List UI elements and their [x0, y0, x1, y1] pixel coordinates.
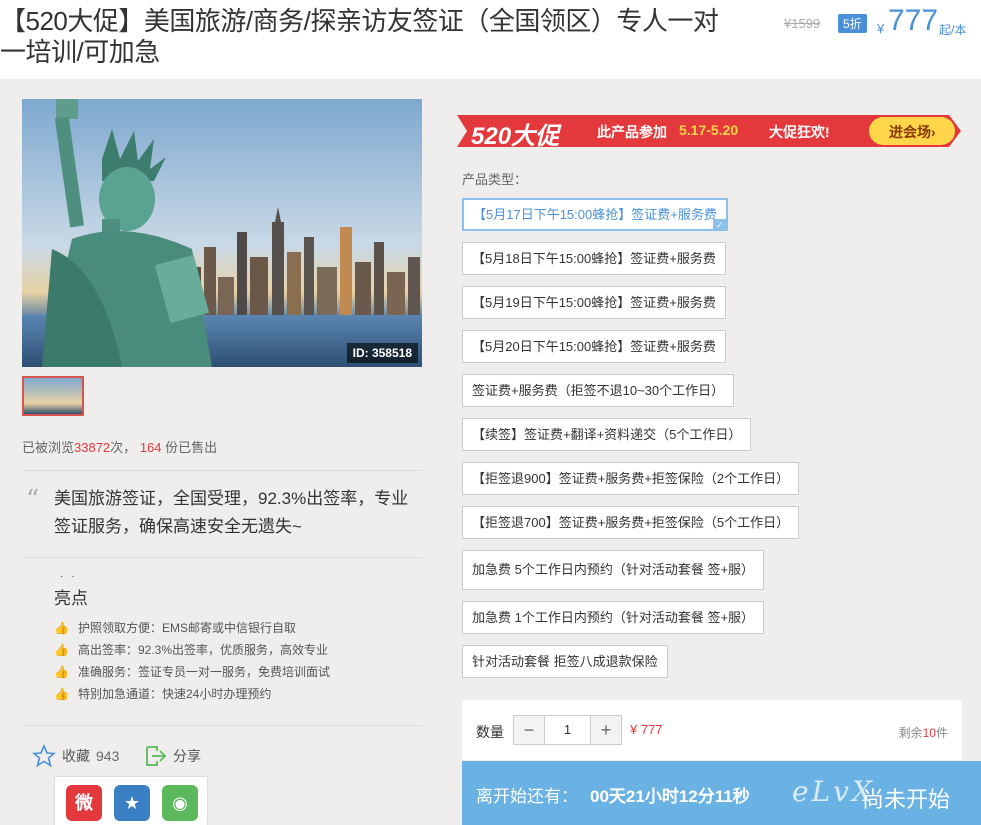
view-stats: 已被浏览33872次， 164 份已售出: [22, 437, 217, 456]
stock-count: 10: [922, 726, 936, 740]
highlight-text: 高出签率：92.3%出签率，优质服务，高效专业: [78, 643, 329, 657]
highlights-title: 亮点: [54, 589, 88, 608]
share-icon: [146, 746, 167, 766]
product-summary: 美国旅游签证，全国受理，92.3%出签率，专业签证服务，确保高速安全无遗失~: [54, 489, 409, 536]
promo-text-2: 大促狂欢!: [769, 124, 830, 140]
stock-suffix: 件: [935, 726, 948, 740]
option-2[interactable]: 【5月18日下午15:00蜂抢】签证费+服务费: [462, 242, 726, 275]
price-box: ¥1599 5折 ¥ 777 起/本: [781, 4, 981, 42]
original-price: ¥1599: [784, 16, 821, 31]
sold-suffix: 份已售出: [165, 440, 218, 455]
countdown-bar: 离开始还有： 00天21小时12分11秒 eLvX 尚未开始: [462, 761, 981, 825]
list-item: 👍 特别加急通道：快速24小时办理预约: [54, 683, 330, 705]
decrement-button[interactable]: −: [514, 716, 544, 744]
sold-count: 164: [139, 440, 162, 455]
promo-badge: 520大促: [471, 123, 560, 150]
favorite-label: 收藏: [62, 748, 90, 764]
current-price: 777: [888, 4, 939, 37]
product-type-label: 产品类型：: [462, 172, 528, 187]
option-10[interactable]: 加急费 1个工作日内预约（针对活动套餐 签+服）: [462, 601, 765, 634]
list-item: 👍 高出签率：92.3%出签率，优质服务，高效专业: [54, 639, 330, 661]
image-thumbnail[interactable]: [22, 376, 84, 416]
option-9[interactable]: 加急费 5个工作日内预约（针对活动套餐 签+服）: [462, 550, 765, 590]
divider: [22, 470, 422, 471]
view-count: 33872: [74, 440, 111, 455]
option-8[interactable]: 【拒签退700】签证费+服务费+拒签保险（5个工作日）: [462, 506, 800, 539]
option-1[interactable]: 【5月17日下午15:00蜂抢】签证费+服务费: [462, 198, 728, 231]
quantity-label: 数量: [476, 724, 504, 740]
option-7[interactable]: 【拒签退900】签证费+服务费+拒签保险（2个工作日）: [462, 462, 800, 495]
thumbs-up-icon: 👍: [54, 687, 69, 701]
quantity-stepper[interactable]: − 1 +: [513, 715, 622, 745]
highlights-dots: ··: [60, 571, 83, 582]
quantity-panel: 数量 − 1 + ¥ 777 剩余10件: [462, 700, 962, 760]
divider: [22, 557, 422, 558]
countdown-time: 00天21小时12分11秒: [590, 787, 750, 806]
highlight-text: 护照领取方便：EMS邮寄或中信银行自取: [78, 621, 297, 635]
promo-dates: 5.17-5.20: [679, 122, 739, 138]
highlight-text: 准确服务：签证专员一对一服务，免费培训面试: [78, 665, 331, 679]
views-prefix: 已被浏览: [22, 440, 75, 455]
total-price: ¥ 777: [630, 722, 663, 737]
favorite-count: 943: [96, 748, 120, 764]
option-6[interactable]: 【续签】签证费+翻译+资料递交（5个工作日）: [462, 418, 752, 451]
not-started-button[interactable]: 尚未开始: [862, 782, 950, 814]
quote-icon: “: [26, 485, 40, 515]
thumbs-up-icon: 👍: [54, 621, 69, 635]
currency-symbol: ¥: [877, 21, 885, 36]
favorite-button[interactable]: 收藏 943: [32, 744, 119, 768]
share-label: 分享: [173, 748, 201, 764]
share-button[interactable]: 分享: [143, 744, 201, 768]
list-item: 👍 护照领取方便：EMS邮寄或中信银行自取: [54, 617, 330, 639]
stock-prefix: 剩余: [898, 726, 923, 740]
thumbs-up-icon: 👍: [54, 643, 69, 657]
divider: [22, 725, 422, 726]
promo-cta[interactable]: 进会场›: [889, 122, 936, 142]
increment-button[interactable]: +: [591, 716, 621, 744]
discount-badge: 5折: [838, 14, 867, 33]
main-image[interactable]: ID: 358518: [22, 99, 422, 367]
views-suffix: 次，: [110, 440, 137, 455]
highlight-text: 特别加急通道：快速24小时办理预约: [78, 687, 272, 701]
image-id-badge: ID: 358518: [346, 343, 418, 363]
main-panel: ID: 358518 已被浏览33872次， 164 份已售出 “ 美国旅游签证…: [0, 79, 981, 825]
list-item: 👍 准确服务：签证专员一对一服务，免费培训面试: [54, 661, 330, 683]
stock-remaining: 剩余10件: [899, 724, 948, 741]
promo-banner[interactable]: 520大促 此产品参加 5.17-5.20 大促狂欢! 进会场›: [449, 111, 963, 151]
qzone-icon[interactable]: ★: [114, 785, 150, 821]
star-icon: [32, 744, 56, 768]
statue-of-liberty-graphic: [42, 99, 212, 367]
option-3[interactable]: 【5月19日下午15:00蜂抢】签证费+服务费: [462, 286, 726, 319]
countdown-label: 离开始还有：: [476, 787, 578, 806]
option-4[interactable]: 【5月20日下午15:00蜂抢】签证费+服务费: [462, 330, 726, 363]
price-unit: 起/本: [939, 23, 967, 37]
skyline-graphic: [187, 207, 420, 317]
highlights-list: 👍 护照领取方便：EMS邮寄或中信银行自取 👍 高出签率：92.3%出签率，优质服务…: [54, 617, 330, 705]
weibo-icon[interactable]: 微: [66, 785, 102, 821]
share-panel: 微 ★ ◉: [54, 776, 208, 825]
product-title: 【520大促】美国旅游/商务/探亲访友签证（全国领区）专人一对一培训/可加急: [0, 6, 719, 67]
option-11[interactable]: 针对活动套餐 拒签八成退款保险: [462, 645, 668, 678]
thumbs-up-icon: 👍: [54, 665, 69, 679]
quantity-input[interactable]: 1: [544, 716, 591, 744]
wechat-icon[interactable]: ◉: [162, 785, 198, 821]
option-5[interactable]: 签证费+服务费（拒签不退10~30个工作日）: [462, 374, 735, 407]
promo-text: 此产品参加: [597, 124, 667, 140]
